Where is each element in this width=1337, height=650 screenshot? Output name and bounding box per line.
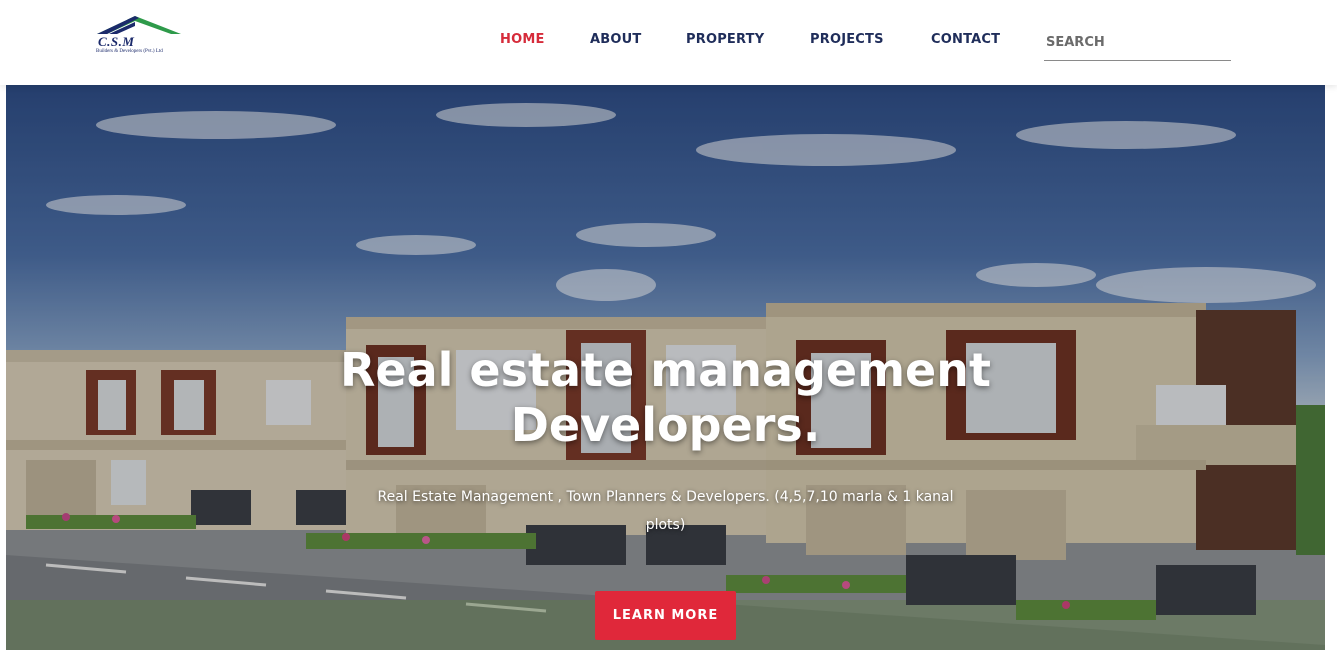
site-logo[interactable]: C.S.M Builders & Developers (Pvt.) Ltd xyxy=(95,14,195,59)
search-input[interactable] xyxy=(1044,26,1235,58)
site-header: C.S.M Builders & Developers (Pvt.) Ltd H… xyxy=(0,0,1337,85)
hero-banner: Real estate management Developers. Real … xyxy=(6,85,1325,650)
nav-home[interactable]: HOME xyxy=(500,32,545,47)
hero-title: Real estate management Developers. xyxy=(6,343,1325,453)
search-box xyxy=(1044,26,1235,61)
roof-logo-icon xyxy=(97,16,181,34)
hero-title-line-1: Real estate management xyxy=(339,343,991,397)
nav-contact[interactable]: CONTACT xyxy=(931,32,1000,47)
hero-subtitle: Real Estate Management , Town Planners &… xyxy=(377,489,954,533)
logo-text: C.S.M xyxy=(98,34,135,49)
nav-projects[interactable]: PROJECTS xyxy=(810,32,884,47)
nav-about[interactable]: ABOUT xyxy=(590,32,641,47)
hero-title-line-2: Developers. xyxy=(510,398,821,452)
nav-property[interactable]: PROPERTY xyxy=(686,32,764,47)
logo-subtext: Builders & Developers (Pvt.) Ltd xyxy=(96,49,163,54)
learn-more-button[interactable]: LEARN MORE xyxy=(595,591,736,640)
